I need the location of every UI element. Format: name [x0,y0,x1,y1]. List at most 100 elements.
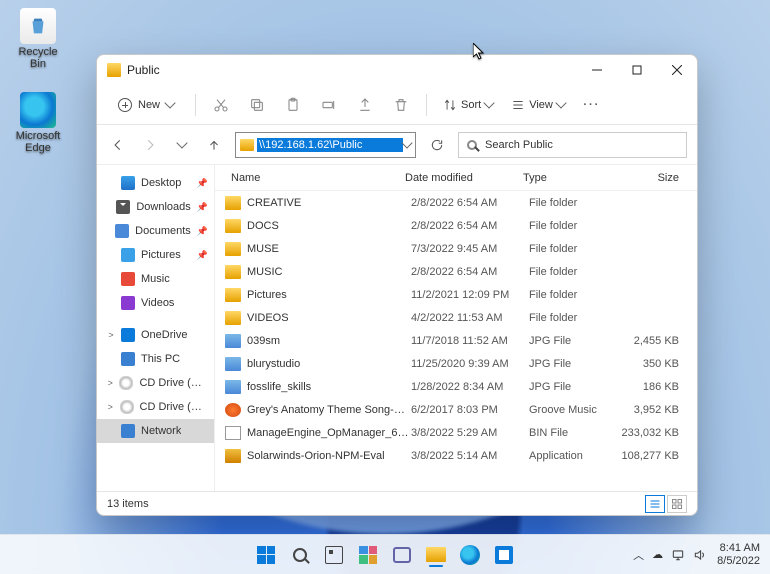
close-button[interactable] [657,55,697,85]
edge-button[interactable] [456,541,484,569]
volume-tray-icon[interactable] [693,548,707,562]
sidebar-item-label: Videos [141,297,174,309]
chevron-down-icon[interactable] [401,137,412,148]
address-input[interactable] [257,138,403,152]
file-row[interactable]: Grey's Anatomy Theme Song-BuY5H_IAy...6/… [215,398,697,421]
rename-button[interactable] [314,90,344,120]
chat-button[interactable] [388,541,416,569]
drive-icon [120,400,134,414]
explorer-window: Public New Sort View ··· [96,54,698,516]
file-type: BIN File [529,427,609,439]
col-size[interactable]: Size [603,172,697,184]
back-button[interactable] [107,134,129,156]
sidebar-item-label: Downloads [136,201,190,213]
sort-button[interactable]: Sort [437,94,499,116]
sidebar-item-this-pc[interactable]: This PC [97,347,214,371]
view-button[interactable]: View [505,94,571,116]
file-size: 108,277 KB [609,450,697,462]
delete-button[interactable] [386,90,416,120]
sidebar-item-desktop[interactable]: Desktop📌 [97,171,214,195]
file-type: JPG File [529,335,609,347]
refresh-button[interactable] [426,134,448,156]
system-tray[interactable]: ︿ ☁ 8:41 AM 8/5/2022 [633,542,770,566]
details-view-button[interactable] [645,495,665,513]
sidebar-item-cd-drive-d-cc[interactable]: >CD Drive (D:) CC [97,371,214,395]
sidebar-item-downloads[interactable]: Downloads📌 [97,195,214,219]
sidebar-item-network[interactable]: Network [97,419,214,443]
file-name: VIDEOS [247,312,411,324]
file-row[interactable]: CREATIVE2/8/2022 6:54 AMFile folder [215,191,697,214]
pin-icon: 📌 [197,178,208,189]
file-row[interactable]: MUSIC2/8/2022 6:54 AMFile folder [215,260,697,283]
view-icon [511,98,525,112]
file-row[interactable]: VIDEOS4/2/2022 11:53 AMFile folder [215,306,697,329]
file-type: Groove Music [529,404,609,416]
maximize-button[interactable] [617,55,657,85]
file-icon [225,426,241,440]
col-name[interactable]: Name [215,172,405,184]
minimize-button[interactable] [577,55,617,85]
folder-icon [121,296,135,310]
sidebar-item-documents[interactable]: Documents📌 [97,219,214,243]
sidebar-item-videos[interactable]: Videos [97,291,214,315]
search-button[interactable] [286,541,314,569]
file-date: 3/8/2022 5:29 AM [411,427,529,439]
thumbnail-view-button[interactable] [667,495,687,513]
file-row[interactable]: MUSE7/3/2022 9:45 AMFile folder [215,237,697,260]
file-date: 2/8/2022 6:54 AM [411,220,529,232]
address-bar[interactable] [235,132,416,158]
file-icon [225,380,241,394]
file-date: 7/3/2022 9:45 AM [411,243,529,255]
task-view-button[interactable] [320,541,348,569]
chevron-up-icon[interactable]: ︿ [633,547,644,563]
desktop-icon-recycle-bin[interactable]: Recycle Bin [10,8,66,70]
file-row[interactable]: blurystudio11/25/2020 9:39 AMJPG File350… [215,352,697,375]
clock[interactable]: 8:41 AM 8/5/2022 [717,542,760,566]
search-box[interactable]: Search Public [458,132,687,158]
chevron-down-icon [176,137,187,148]
share-button[interactable] [350,90,380,120]
sidebar-item-pictures[interactable]: Pictures📌 [97,243,214,267]
cut-button[interactable] [206,90,236,120]
sidebar-item-onedrive[interactable]: >OneDrive [97,323,214,347]
sidebar-item-label: This PC [141,353,180,365]
store-button[interactable] [490,541,518,569]
nav-row: Search Public [97,125,697,165]
search-icon [293,548,307,562]
item-count: 13 items [107,498,149,510]
drive-icon [121,424,135,438]
explorer-button[interactable] [422,541,450,569]
col-date[interactable]: Date modified [405,172,523,184]
file-icon [225,242,241,256]
sidebar-item-label: Pictures [141,249,181,261]
recent-button[interactable] [171,134,193,156]
folder-icon [116,200,130,214]
copy-button[interactable] [242,90,272,120]
desktop-icon-edge[interactable]: Microsoft Edge [10,92,66,154]
titlebar[interactable]: Public [97,55,697,85]
file-icon [225,449,241,463]
widgets-button[interactable] [354,541,382,569]
sort-icon [443,98,457,112]
sidebar-item-cd-drive-e-cc[interactable]: >CD Drive (E:) CC [97,395,214,419]
col-type[interactable]: Type [523,172,603,184]
sidebar-item-music[interactable]: Music [97,267,214,291]
up-button[interactable] [203,134,225,156]
forward-button[interactable] [139,134,161,156]
file-row[interactable]: DOCS2/8/2022 6:54 AMFile folder [215,214,697,237]
new-button[interactable]: New [107,93,185,117]
onedrive-tray-icon[interactable]: ☁ [652,548,663,561]
file-row[interactable]: Pictures11/2/2021 12:09 PMFile folder [215,283,697,306]
plus-icon [118,98,132,112]
start-button[interactable] [252,541,280,569]
paste-button[interactable] [278,90,308,120]
file-row[interactable]: ManageEngine_OpManager_64bit.bin3/8/2022… [215,421,697,444]
folder-icon [107,63,121,77]
file-icon [225,288,241,302]
file-row[interactable]: fosslife_skills1/28/2022 8:34 AMJPG File… [215,375,697,398]
file-row[interactable]: Solarwinds-Orion-NPM-Eval3/8/2022 5:14 A… [215,444,697,467]
more-button[interactable]: ··· [577,90,607,120]
file-row[interactable]: 039sm11/7/2018 11:52 AMJPG File2,455 KB [215,329,697,352]
file-size: 186 KB [609,381,697,393]
network-tray-icon[interactable] [671,548,685,562]
